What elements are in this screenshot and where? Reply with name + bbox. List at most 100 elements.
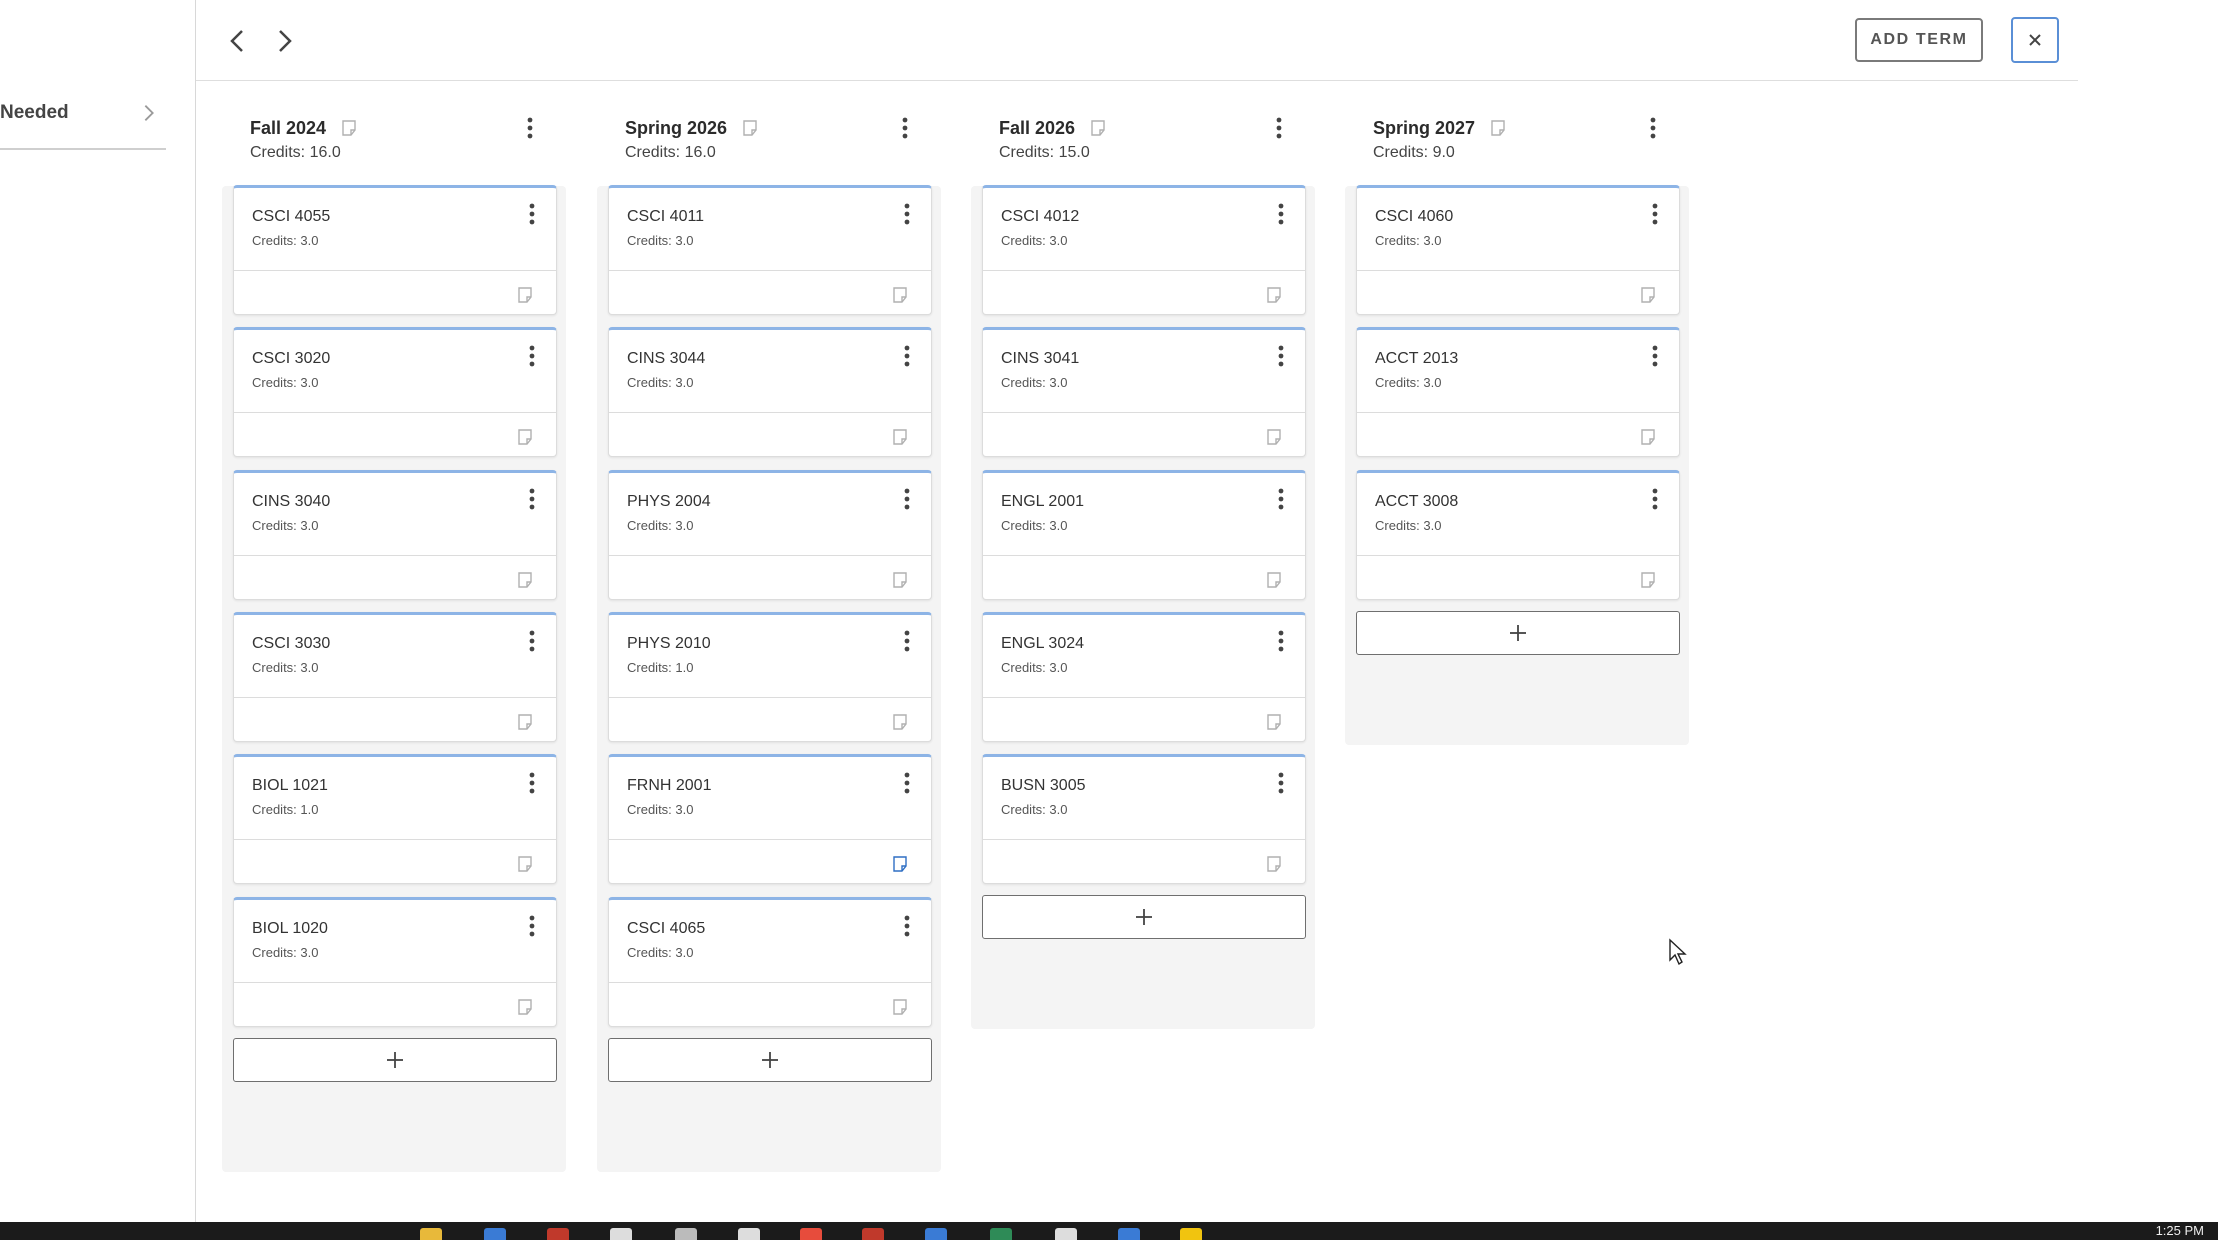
taskbar-app-icon[interactable] xyxy=(1118,1228,1140,1240)
kebab-menu-icon[interactable] xyxy=(1645,342,1665,370)
course-card[interactable]: CSCI 4055 Credits: 3.0 xyxy=(233,185,557,315)
kebab-menu-icon[interactable] xyxy=(520,114,540,142)
kebab-menu-icon[interactable] xyxy=(1271,485,1291,513)
add-course-button[interactable] xyxy=(233,1037,557,1082)
note-icon[interactable] xyxy=(891,428,909,446)
term-credits: Credits: 9.0 xyxy=(1373,144,1455,161)
course-card[interactable]: PHYS 2004 Credits: 3.0 xyxy=(608,469,932,600)
note-icon[interactable] xyxy=(1089,119,1107,137)
note-icon[interactable] xyxy=(1639,428,1657,446)
kebab-menu-icon[interactable] xyxy=(1271,200,1291,228)
note-icon[interactable] xyxy=(1265,286,1283,304)
course-card[interactable]: BUSN 3005 Credits: 3.0 xyxy=(982,754,1306,885)
kebab-menu-icon[interactable] xyxy=(522,912,542,940)
taskbar-app-icon[interactable] xyxy=(1055,1228,1077,1240)
note-icon[interactable] xyxy=(891,855,909,873)
kebab-menu-icon[interactable] xyxy=(897,342,917,370)
chevron-right-icon[interactable] xyxy=(268,25,300,57)
add-course-button[interactable] xyxy=(982,895,1306,940)
kebab-menu-icon[interactable] xyxy=(522,342,542,370)
course-card[interactable]: CINS 3041 Credits: 3.0 xyxy=(982,327,1306,458)
chevron-left-icon[interactable] xyxy=(222,25,254,57)
course-credits: Credits: 3.0 xyxy=(627,233,694,248)
kebab-menu-icon[interactable] xyxy=(1645,485,1665,513)
note-icon[interactable] xyxy=(1265,713,1283,731)
kebab-menu-icon[interactable] xyxy=(522,485,542,513)
note-icon[interactable] xyxy=(516,571,534,589)
add-course-button[interactable] xyxy=(1356,610,1680,655)
course-card[interactable]: ENGL 2001 Credits: 3.0 xyxy=(982,469,1306,600)
note-icon[interactable] xyxy=(741,119,759,137)
taskbar-app-icon[interactable] xyxy=(610,1228,632,1240)
taskbar-app-icon[interactable] xyxy=(547,1228,569,1240)
kebab-menu-icon[interactable] xyxy=(1271,342,1291,370)
course-card[interactable]: PHYS 2010 Credits: 1.0 xyxy=(608,611,932,742)
taskbar-app-icon[interactable] xyxy=(675,1228,697,1240)
note-icon[interactable] xyxy=(1265,855,1283,873)
kebab-menu-icon[interactable] xyxy=(1643,114,1663,142)
needed-label: Needed xyxy=(0,102,69,123)
course-card[interactable]: CSCI 3030 Credits: 3.0 xyxy=(233,611,557,742)
kebab-menu-icon[interactable] xyxy=(895,114,915,142)
needed-row[interactable]: Needed xyxy=(0,78,166,150)
note-icon[interactable] xyxy=(516,428,534,446)
taskbar-app-icon[interactable] xyxy=(800,1228,822,1240)
course-card[interactable]: CSCI 4065 Credits: 3.0 xyxy=(608,896,932,1027)
note-icon[interactable] xyxy=(891,286,909,304)
note-icon[interactable] xyxy=(1265,571,1283,589)
taskbar-app-icon[interactable] xyxy=(420,1228,442,1240)
course-card[interactable]: ENGL 3024 Credits: 3.0 xyxy=(982,611,1306,742)
course-card[interactable]: CINS 3040 Credits: 3.0 xyxy=(233,469,557,600)
close-button[interactable] xyxy=(2011,17,2059,63)
taskbar-app-icon[interactable] xyxy=(925,1228,947,1240)
note-icon[interactable] xyxy=(516,713,534,731)
kebab-menu-icon[interactable] xyxy=(1271,769,1291,797)
note-icon[interactable] xyxy=(891,713,909,731)
note-icon[interactable] xyxy=(1639,571,1657,589)
note-icon[interactable] xyxy=(1265,428,1283,446)
kebab-menu-icon[interactable] xyxy=(897,769,917,797)
course-card[interactable]: ACCT 2013 Credits: 3.0 xyxy=(1356,327,1680,458)
kebab-menu-icon[interactable] xyxy=(897,627,917,655)
note-icon[interactable] xyxy=(891,571,909,589)
kebab-menu-icon[interactable] xyxy=(897,912,917,940)
kebab-menu-icon[interactable] xyxy=(1269,114,1289,142)
course-card[interactable]: CSCI 4012 Credits: 3.0 xyxy=(982,185,1306,315)
note-icon[interactable] xyxy=(516,998,534,1016)
term-credits: Credits: 16.0 xyxy=(625,144,716,161)
kebab-menu-icon[interactable] xyxy=(522,200,542,228)
course-card[interactable]: CINS 3044 Credits: 3.0 xyxy=(608,327,932,458)
chevron-right-icon[interactable] xyxy=(138,102,160,124)
taskbar-app-icon[interactable] xyxy=(484,1228,506,1240)
taskbar-app-icon[interactable] xyxy=(738,1228,760,1240)
taskbar-app-icon[interactable] xyxy=(1180,1228,1202,1240)
note-icon[interactable] xyxy=(340,119,358,137)
taskbar-app-icon[interactable] xyxy=(990,1228,1012,1240)
note-icon[interactable] xyxy=(516,286,534,304)
course-card[interactable]: BIOL 1021 Credits: 1.0 xyxy=(233,754,557,885)
course-card[interactable]: CSCI 4011 Credits: 3.0 xyxy=(608,185,932,315)
kebab-menu-icon[interactable] xyxy=(897,200,917,228)
course-credits: Credits: 3.0 xyxy=(1001,517,1068,533)
left-panel: Needed xyxy=(0,0,196,1222)
add-course-button[interactable] xyxy=(608,1037,932,1082)
note-icon[interactable] xyxy=(516,855,534,873)
course-card[interactable]: ACCT 3008 Credits: 3.0 xyxy=(1356,469,1680,600)
note-icon[interactable] xyxy=(891,998,909,1016)
course-divider xyxy=(1357,554,1679,556)
note-icon[interactable] xyxy=(1639,286,1657,304)
course-card[interactable]: FRNH 2001 Credits: 3.0 xyxy=(608,754,932,885)
course-divider xyxy=(609,270,931,271)
kebab-menu-icon[interactable] xyxy=(522,627,542,655)
taskbar-app-icon[interactable] xyxy=(862,1228,884,1240)
course-credits: Credits: 3.0 xyxy=(627,375,694,391)
course-card[interactable]: CSCI 4060 Credits: 3.0 xyxy=(1356,185,1680,315)
note-icon[interactable] xyxy=(1489,119,1507,137)
kebab-menu-icon[interactable] xyxy=(1645,200,1665,228)
kebab-menu-icon[interactable] xyxy=(897,485,917,513)
course-card[interactable]: BIOL 1020 Credits: 3.0 xyxy=(233,896,557,1027)
add-term-button[interactable]: ADD TERM xyxy=(1855,18,1983,62)
kebab-menu-icon[interactable] xyxy=(522,769,542,797)
kebab-menu-icon[interactable] xyxy=(1271,627,1291,655)
course-card[interactable]: CSCI 3020 Credits: 3.0 xyxy=(233,327,557,458)
